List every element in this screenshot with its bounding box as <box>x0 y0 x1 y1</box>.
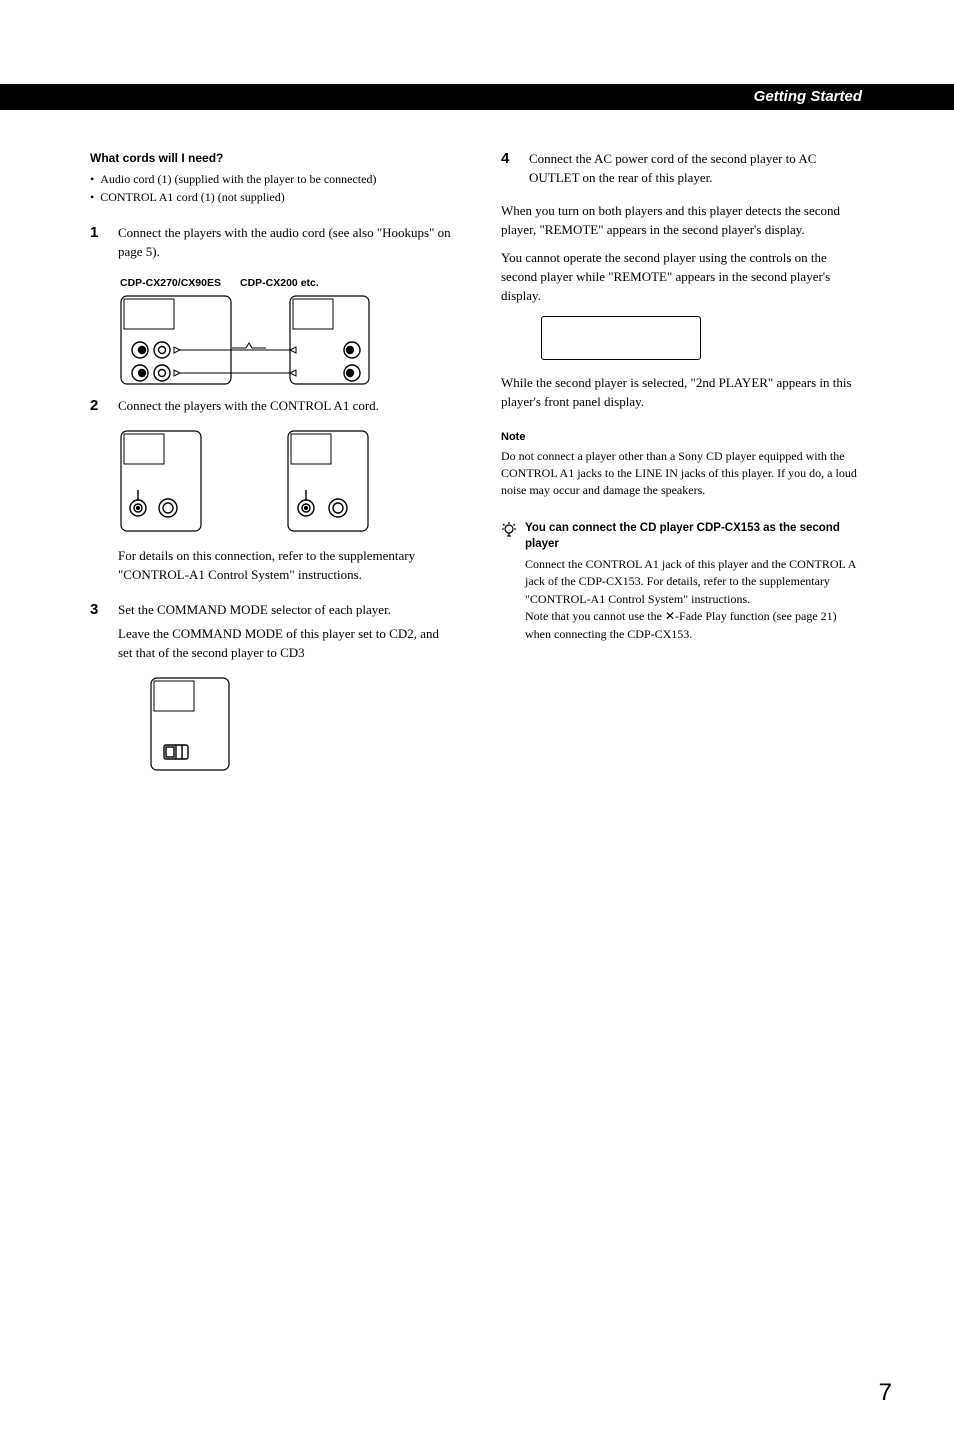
step-text-line2: Leave the COMMAND MODE of this player se… <box>118 625 453 663</box>
bullet-text: CONTROL A1 cord (1) (not supplied) <box>100 189 285 206</box>
step-number: 4 <box>501 150 515 194</box>
diagram-label-left: CDP-CX270/CX90ES <box>120 276 240 291</box>
control-a1-diagram-icon <box>120 430 370 535</box>
cords-bullets: • Audio cord (1) (supplied with the play… <box>90 171 453 206</box>
step-2: 2 Connect the players with the CONTROL A… <box>90 397 453 422</box>
step-number: 2 <box>90 397 104 422</box>
step-text: Connect the players with the audio cord … <box>118 224 453 262</box>
step-1: 1 Connect the players with the audio cor… <box>90 224 453 268</box>
step-number: 1 <box>90 224 104 268</box>
right-column: 4 Connect the AC power cord of the secon… <box>501 150 864 784</box>
cords-heading: What cords will I need? <box>90 150 453 167</box>
note-heading: Note <box>501 430 864 446</box>
page-number: 7 <box>879 1376 892 1411</box>
diagram-labels: CDP-CX270/CX90ES CDP-CX200 etc. <box>120 276 453 291</box>
tip-text-2a: Note that you cannot use the <box>525 609 665 623</box>
section-header-bar: Getting Started <box>0 84 954 110</box>
display-placeholder-box <box>541 316 701 360</box>
lightbulb-icon <box>501 521 517 643</box>
tip-title: You can connect the CD player CDP-CX153 … <box>525 520 864 553</box>
x-fade-icon: ✕ <box>665 608 675 625</box>
audio-cord-diagram-icon <box>120 295 370 385</box>
bullet-dot: • <box>90 189 94 206</box>
diagram-command-mode <box>150 677 453 772</box>
tip-text-1: Connect the CONTROL A1 jack of this play… <box>525 556 864 608</box>
step-body: Connect the players with the audio cord … <box>118 224 453 268</box>
bullet-item: • CONTROL A1 cord (1) (not supplied) <box>90 189 453 206</box>
step-body: Connect the AC power cord of the second … <box>529 150 864 194</box>
left-column: What cords will I need? • Audio cord (1)… <box>90 150 453 784</box>
note-body: Do not connect a player other than a Son… <box>501 448 864 500</box>
diagram-control-a1 <box>120 430 453 535</box>
bullet-item: • Audio cord (1) (supplied with the play… <box>90 171 453 188</box>
bullet-dot: • <box>90 171 94 188</box>
step-text: Connect the players with the CONTROL A1 … <box>118 397 453 416</box>
step-body: Set the COMMAND MODE selector of each pl… <box>118 601 453 670</box>
tip-text-2: Note that you cannot use the ✕-Fade Play… <box>525 608 864 643</box>
bullet-text: Audio cord (1) (supplied with the player… <box>100 171 376 188</box>
step-text-line1: Set the COMMAND MODE selector of each pl… <box>118 601 453 620</box>
right-para-3: While the second player is selected, "2n… <box>501 374 864 412</box>
step-3: 3 Set the COMMAND MODE selector of each … <box>90 601 453 670</box>
right-para-1: When you turn on both players and this p… <box>501 202 864 240</box>
step-2-tail: For details on this connection, refer to… <box>118 547 453 585</box>
step-text: Connect the AC power cord of the second … <box>529 150 864 188</box>
diagram-audio-cord: CDP-CX270/CX90ES CDP-CX200 etc. <box>120 276 453 385</box>
step-number: 3 <box>90 601 104 670</box>
content-columns: What cords will I need? • Audio cord (1)… <box>0 110 954 784</box>
section-title: Getting Started <box>754 86 862 108</box>
page-root: Getting Started What cords will I need? … <box>0 84 954 1435</box>
step-body: Connect the players with the CONTROL A1 … <box>118 397 453 422</box>
right-para-2: You cannot operate the second player usi… <box>501 249 864 306</box>
tip-block: You can connect the CD player CDP-CX153 … <box>501 520 864 643</box>
command-mode-diagram-icon <box>150 677 240 772</box>
tip-body: You can connect the CD player CDP-CX153 … <box>525 520 864 643</box>
step-4: 4 Connect the AC power cord of the secon… <box>501 150 864 194</box>
diagram-label-right: CDP-CX200 etc. <box>240 276 319 291</box>
